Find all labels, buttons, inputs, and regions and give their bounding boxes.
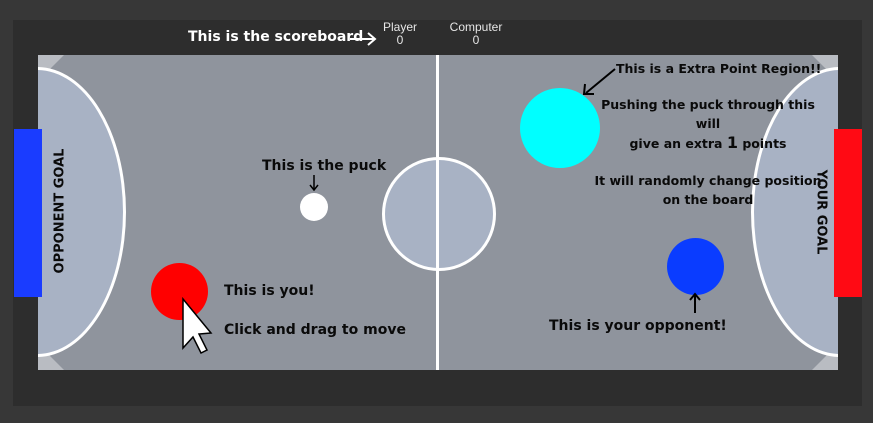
player-score: Player 0 [378, 21, 422, 47]
opponent-mallet [667, 238, 724, 295]
puck-arrow-icon [309, 175, 319, 192]
opponent-goal-label: OPPONENT GOAL [52, 148, 68, 274]
opponent-annotation: This is your opponent! [549, 318, 727, 334]
left-goal-area [38, 67, 126, 357]
extra-line-2: give an extra 1 points [629, 133, 787, 152]
scoreboard-caption: This is the scoreboard [188, 29, 364, 45]
extra-line-4: on the board [662, 192, 754, 207]
drag-annotation: Click and drag to move [224, 322, 406, 338]
opponent-goal [14, 129, 42, 297]
player-score-label: Player [382, 20, 417, 34]
player-score-value: 0 [396, 33, 404, 47]
extra-region-arrow-icon [582, 68, 616, 95]
computer-score-label: Computer [449, 20, 503, 34]
your-goal-label: YOUR GOAL [813, 169, 829, 255]
extra-line-1: Pushing the puck through this will [601, 97, 815, 131]
puck[interactable] [300, 193, 328, 221]
puck-annotation: This is the puck [262, 158, 387, 174]
center-circle [382, 157, 496, 271]
your-goal [834, 129, 862, 297]
extra-points-value: 1 [726, 133, 738, 152]
center-line-overlay [436, 157, 439, 271]
extra-region-title: This is a Extra Point Region!! [616, 61, 822, 76]
extra-line-3: It will randomly change position [594, 173, 822, 188]
computer-score: Computer 0 [444, 21, 508, 47]
computer-score-value: 0 [472, 33, 480, 47]
extra-region-description: Pushing the puck through this will give … [588, 95, 828, 209]
opponent-arrow-icon [689, 292, 701, 313]
you-annotation: This is you! [224, 283, 315, 299]
game-board[interactable]: This is the puck This is you! Click and … [38, 55, 838, 370]
player-mallet[interactable] [151, 263, 208, 320]
